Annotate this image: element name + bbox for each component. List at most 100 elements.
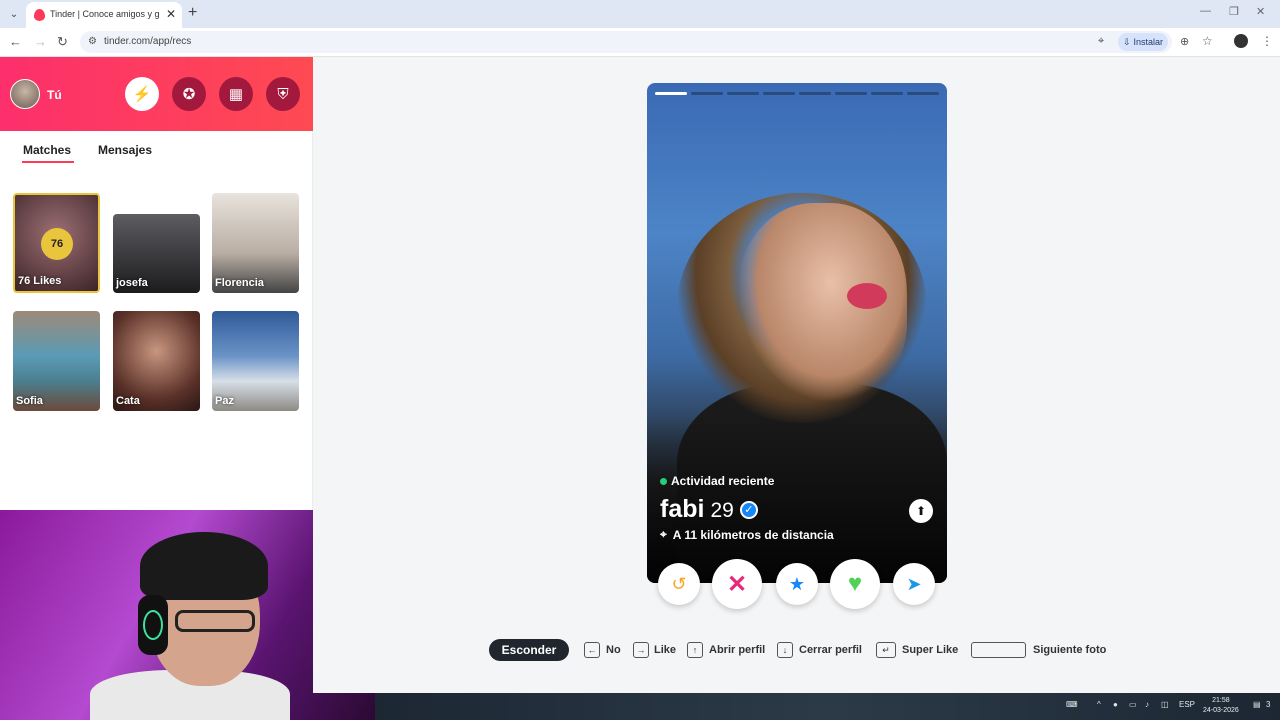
- forward-icon[interactable]: →: [34, 34, 47, 49]
- like-button[interactable]: ♥: [830, 559, 880, 609]
- site-info-icon[interactable]: ⚙: [88, 36, 97, 47]
- volume-icon[interactable]: ♪: [1145, 700, 1149, 709]
- shortcut-no: No: [606, 644, 621, 656]
- shortcut-next-photo: Siguiente foto: [1033, 644, 1107, 656]
- photo-progress-segment[interactable]: [907, 92, 939, 95]
- language-indicator[interactable]: ESP: [1179, 700, 1195, 709]
- online-dot-icon: [660, 477, 667, 485]
- location-icon[interactable]: ⌖: [1098, 35, 1104, 48]
- browser-tab[interactable]: Tinder | Conoce amigos y gente ✕: [26, 2, 182, 28]
- photo-progress-segment[interactable]: [655, 92, 687, 95]
- sidebar-header: Tú ⚡ ✪ ▦ ⛨: [0, 57, 313, 131]
- tab-matches[interactable]: Matches: [23, 143, 71, 157]
- activity-status: Actividad reciente: [660, 474, 774, 488]
- photo-progress: [655, 92, 939, 95]
- tab-title: Tinder | Conoce amigos y gente: [50, 9, 160, 19]
- match-name: Florencia: [215, 277, 264, 289]
- enter-key-icon: ↵: [876, 642, 896, 658]
- x-icon: ✕: [726, 570, 748, 598]
- install-icon: ⇩: [1122, 36, 1131, 47]
- arrow-left-key-icon: ←: [584, 642, 600, 658]
- browser-tab-bar: ⌄ Tinder | Conoce amigos y gente ✕ + — ❐…: [0, 0, 1280, 28]
- shortcut-super-like: Super Like: [902, 644, 959, 656]
- zoom-icon[interactable]: ⊕: [1180, 35, 1189, 48]
- reload-icon[interactable]: ↻: [57, 34, 68, 50]
- install-button[interactable]: ⇩ Instalar: [1118, 33, 1168, 51]
- activity-label: Actividad reciente: [671, 474, 775, 488]
- space-key-icon: [971, 642, 1026, 658]
- back-icon[interactable]: ←: [9, 34, 22, 49]
- boost-button[interactable]: ⚡: [125, 77, 159, 111]
- tray-expand-icon[interactable]: ^: [1097, 700, 1101, 709]
- match-name: Cata: [116, 395, 140, 407]
- network-icon[interactable]: ◫: [1161, 700, 1169, 709]
- photo-progress-segment[interactable]: [763, 92, 795, 95]
- user-avatar[interactable]: [10, 79, 40, 109]
- restore-icon[interactable]: ❐: [1229, 5, 1239, 18]
- url-text: tinder.com/app/recs: [104, 36, 192, 47]
- distance-row: ⌖ A 11 kilómetros de distancia: [660, 527, 834, 542]
- url-field[interactable]: ⚙ tinder.com/app/recs ⌖ ⇩ Instalar ⊕ ☆: [80, 31, 1213, 53]
- window-close-icon[interactable]: ✕: [1256, 5, 1265, 18]
- likes-card[interactable]: 76 76 Likes: [13, 193, 100, 293]
- clock-time: 21:58: [1212, 697, 1230, 704]
- install-label: Instalar: [1133, 37, 1164, 47]
- keyboard-icon[interactable]: ⌨: [1066, 700, 1078, 709]
- notifications-icon[interactable]: ▤: [1253, 700, 1261, 709]
- match-name: Sofia: [16, 395, 43, 407]
- verified-icon: ✓: [739, 500, 758, 519]
- shield-icon: ⛨: [277, 85, 289, 103]
- profile-name: fabi: [660, 495, 705, 523]
- arrow-right-key-icon: →: [633, 642, 649, 658]
- active-tab-indicator: [22, 161, 74, 163]
- heart-icon: ♥: [847, 570, 863, 597]
- match-card[interactable]: josefa: [113, 214, 200, 293]
- tab-close-icon[interactable]: ✕: [166, 7, 176, 21]
- match-card[interactable]: Florencia: [212, 193, 299, 293]
- open-profile-button[interactable]: ⬆: [909, 499, 933, 523]
- match-card[interactable]: Cata: [113, 311, 200, 411]
- safety-button[interactable]: ⛨: [266, 77, 300, 111]
- super-like-button[interactable]: ★: [776, 563, 818, 605]
- location-pin-icon: ⌖: [660, 527, 667, 541]
- bookmark-star-icon[interactable]: ☆: [1202, 34, 1213, 48]
- notification-count: 3: [1266, 700, 1271, 709]
- system-clock[interactable]: 21:58 24-03-2026: [1203, 696, 1239, 716]
- match-card[interactable]: Sofia: [13, 311, 100, 411]
- sidebar-tabs: Matches Mensajes: [0, 141, 313, 165]
- rewind-icon: ↺: [671, 573, 687, 594]
- shortcut-close-profile: Cerrar perfil: [799, 644, 862, 656]
- tab-search-icon[interactable]: ⌄: [6, 6, 22, 22]
- profile-card[interactable]: Actividad reciente fabi 29 ✓ ⌖ A 11 kiló…: [647, 83, 947, 583]
- profile-age: 29: [710, 499, 734, 522]
- shortcut-like: Like: [654, 644, 677, 656]
- likes-label: 76 Likes: [18, 275, 62, 287]
- work-mode-button[interactable]: ▦: [219, 77, 253, 111]
- arrow-up-key-icon: ↑: [687, 642, 703, 658]
- distance-text: A 11 kilómetros de distancia: [672, 527, 834, 542]
- nope-button[interactable]: ✕: [712, 559, 762, 609]
- new-tab-icon[interactable]: +: [188, 4, 197, 22]
- photo-progress-segment[interactable]: [691, 92, 723, 95]
- display-icon[interactable]: ▭: [1129, 700, 1137, 709]
- address-bar: ← → ↻ ⚙ tinder.com/app/recs ⌖ ⇩ Instalar …: [0, 28, 1280, 57]
- browser-menu-icon[interactable]: ⋮: [1261, 34, 1273, 48]
- arrow-down-key-icon: ↓: [777, 642, 793, 658]
- match-name: Paz: [215, 395, 234, 407]
- hide-shortcuts-button[interactable]: Esconder: [489, 639, 569, 661]
- person-glasses: [175, 610, 255, 632]
- mic-icon[interactable]: ●: [1113, 700, 1118, 709]
- browser-profile-icon[interactable]: [1234, 34, 1248, 48]
- main-area: Actividad reciente fabi 29 ✓ ⌖ A 11 kiló…: [313, 57, 1280, 693]
- photo-progress-segment[interactable]: [835, 92, 867, 95]
- explore-button[interactable]: ✪: [172, 77, 206, 111]
- boost-send-button[interactable]: ➤: [893, 563, 935, 605]
- match-card[interactable]: Paz: [212, 311, 299, 411]
- user-name[interactable]: Tú: [47, 88, 62, 102]
- rewind-button[interactable]: ↺: [658, 563, 700, 605]
- photo-progress-segment[interactable]: [799, 92, 831, 95]
- tab-mensajes[interactable]: Mensajes: [98, 143, 152, 157]
- minimize-icon[interactable]: —: [1200, 5, 1211, 17]
- photo-progress-segment[interactable]: [727, 92, 759, 95]
- photo-progress-segment[interactable]: [871, 92, 903, 95]
